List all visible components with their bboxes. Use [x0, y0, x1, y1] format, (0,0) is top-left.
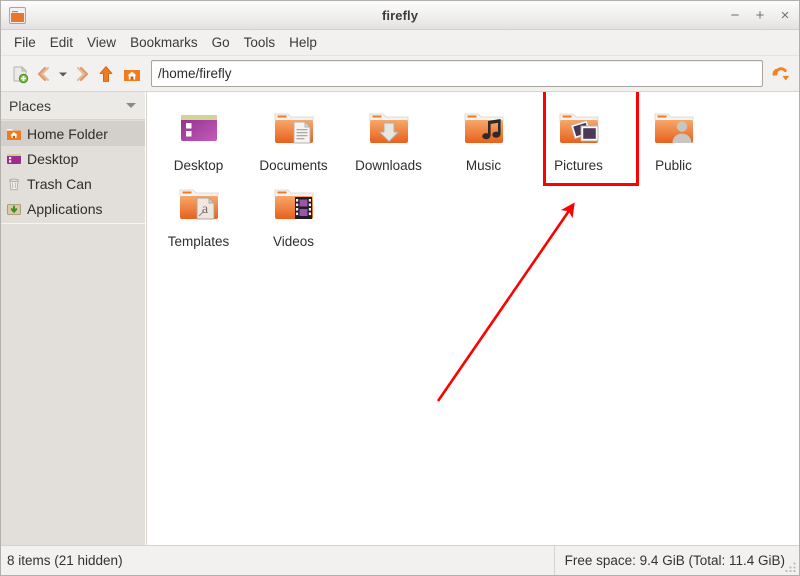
- reload-icon[interactable]: [769, 61, 793, 87]
- file-item-label: Pictures: [554, 158, 603, 173]
- documents-folder-icon: [270, 104, 318, 152]
- menu-edit[interactable]: Edit: [43, 33, 80, 52]
- file-item-label: Videos: [272, 234, 315, 249]
- file-view[interactable]: Desktop Documents Downloads Music Pictur…: [146, 92, 799, 545]
- trash-can-icon: [6, 176, 22, 192]
- file-item-templates[interactable]: a Templates: [151, 176, 246, 252]
- file-item-label: Public: [655, 158, 692, 173]
- window-body: Places Home Folder Desktop Trash Can App…: [1, 92, 799, 545]
- pictures-folder-icon: [555, 104, 603, 152]
- places-list: Home Folder Desktop Trash Can Applicatio…: [1, 120, 145, 221]
- window-controls: − + ×: [727, 1, 793, 29]
- sidebar-item-label: Applications: [27, 200, 103, 217]
- downloads-folder-icon: [365, 104, 413, 152]
- sidebar-item-trash-can[interactable]: Trash Can: [1, 171, 145, 196]
- places-sidebar: Places Home Folder Desktop Trash Can App…: [1, 92, 154, 545]
- status-free-space: Free space: 9.4 GiB (Total: 11.4 GiB): [553, 546, 799, 575]
- home-folder-icon: [6, 126, 22, 142]
- home-icon[interactable]: [120, 61, 144, 87]
- svg-text:a: a: [201, 202, 208, 217]
- new-tab-icon[interactable]: [8, 61, 32, 87]
- music-folder-icon: [460, 104, 508, 152]
- menu-view[interactable]: View: [80, 33, 123, 52]
- back-icon[interactable]: [34, 61, 52, 87]
- file-item-desktop[interactable]: Desktop: [151, 100, 246, 176]
- file-item-label: Downloads: [355, 158, 422, 173]
- applications-icon: [6, 201, 22, 217]
- menu-tools[interactable]: Tools: [237, 33, 283, 52]
- status-item-count: 8 items (21 hidden): [7, 553, 123, 568]
- public-folder-icon: [650, 104, 698, 152]
- menu-file[interactable]: File: [7, 33, 43, 52]
- sidebar-item-label: Desktop: [27, 150, 79, 167]
- file-item-videos[interactable]: Videos: [246, 176, 341, 252]
- menu-help[interactable]: Help: [282, 33, 324, 52]
- icon-grid: Desktop Documents Downloads Music Pictur…: [147, 92, 799, 252]
- sidebar-item-label: Home Folder: [27, 125, 108, 142]
- sidebar-item-desktop[interactable]: Desktop: [1, 146, 145, 171]
- title-bar: firefly − + ×: [1, 1, 799, 30]
- file-item-music[interactable]: Music: [436, 100, 531, 176]
- file-item-downloads[interactable]: Downloads: [341, 100, 436, 176]
- file-item-label: Music: [465, 158, 502, 173]
- minimize-button[interactable]: −: [727, 7, 743, 23]
- history-dropdown-icon[interactable]: [54, 61, 72, 87]
- window-title: firefly: [381, 7, 419, 23]
- up-icon[interactable]: [94, 61, 118, 87]
- close-button[interactable]: ×: [777, 7, 793, 23]
- file-item-documents[interactable]: Documents: [246, 100, 341, 176]
- forward-icon[interactable]: [74, 61, 92, 87]
- sidebar-item-applications[interactable]: Applications: [1, 196, 145, 221]
- sidebar-item-home-folder[interactable]: Home Folder: [1, 121, 145, 146]
- places-header[interactable]: Places: [1, 92, 145, 120]
- places-title: Places: [9, 97, 52, 114]
- desktop-folder-icon: [175, 104, 223, 152]
- file-item-pictures[interactable]: Pictures: [531, 100, 626, 176]
- file-item-label: Desktop: [173, 158, 224, 173]
- file-item-label: Templates: [167, 234, 230, 249]
- desktop-icon: [6, 151, 22, 167]
- tool-bar: /home/firefly: [1, 56, 799, 92]
- videos-folder-icon: [270, 180, 318, 228]
- location-input[interactable]: /home/firefly: [151, 60, 763, 87]
- menu-bar: File Edit View Bookmarks Go Tools Help: [1, 30, 799, 56]
- file-item-label: Documents: [259, 158, 328, 173]
- sidebar-empty-area: [1, 224, 154, 545]
- file-item-public[interactable]: Public: [626, 100, 721, 176]
- templates-folder-icon: a: [175, 180, 223, 228]
- maximize-button[interactable]: +: [752, 7, 768, 23]
- menu-bookmarks[interactable]: Bookmarks: [123, 33, 205, 52]
- sidebar-item-label: Trash Can: [27, 175, 92, 192]
- status-bar: 8 items (21 hidden) Free space: 9.4 GiB …: [1, 545, 799, 575]
- chevron-down-icon[interactable]: [126, 103, 136, 108]
- file-manager-window: firefly − + × File Edit View Bookmarks G…: [0, 0, 800, 576]
- menu-go[interactable]: Go: [205, 33, 237, 52]
- window-resize-grip[interactable]: [785, 561, 797, 573]
